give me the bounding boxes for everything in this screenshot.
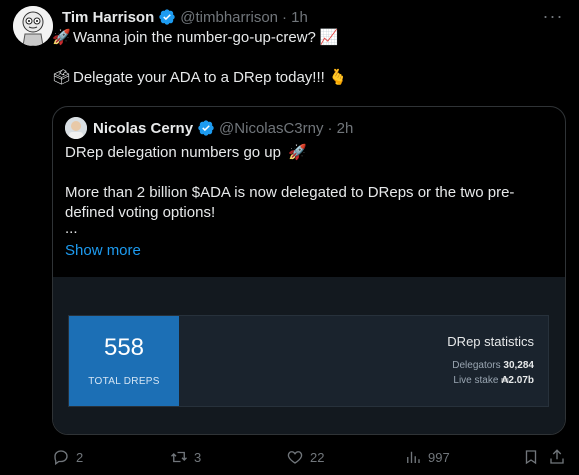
quoted-avatar bbox=[65, 117, 87, 139]
live-stake-value: ₳2.07b bbox=[501, 375, 534, 386]
show-more-link[interactable]: Show more bbox=[65, 242, 141, 259]
reply-button[interactable]: 2 bbox=[52, 448, 83, 466]
total-dreps-value: 558 bbox=[103, 334, 145, 361]
views-button[interactable]: 997 bbox=[404, 448, 450, 466]
live-stake-label: Live stake bbox=[453, 375, 499, 386]
live-stake-row: Live stake ₳2.07b bbox=[453, 375, 534, 386]
quoted-media-image[interactable]: 558 TOTAL DREPS DRep statistics Delegato… bbox=[53, 277, 565, 434]
bookmark-icon bbox=[525, 450, 537, 465]
share-button[interactable] bbox=[548, 448, 572, 466]
tweet-text-1: Wanna join the number-go-up-crew? bbox=[73, 29, 316, 46]
share-icon bbox=[550, 449, 564, 464]
quoted-text-3: defined voting options! bbox=[65, 204, 216, 221]
chart-increasing-icon: 📈 bbox=[319, 29, 339, 46]
tweet-time[interactable]: · 1h bbox=[282, 9, 308, 26]
repost-button[interactable]: 3 bbox=[170, 448, 201, 466]
quoted-text-ellipsis: ... bbox=[65, 220, 78, 237]
quoted-verified-badge-icon bbox=[198, 120, 214, 136]
heart-icon bbox=[287, 451, 303, 464]
like-count: 22 bbox=[310, 449, 325, 465]
quoted-tweet-header: Nicolas Cerny @NicolasC3rny · 2h bbox=[65, 117, 353, 139]
tweet-header: Tim Harrison @timbharrison · 1h bbox=[62, 8, 308, 26]
repost-count: 3 bbox=[194, 449, 202, 465]
delegators-label: Delegators bbox=[452, 360, 501, 371]
verified-badge-icon bbox=[159, 9, 175, 25]
quoted-tweet[interactable]: Nicolas Cerny @NicolasC3rny · 2h DRep de… bbox=[52, 106, 566, 435]
author-name[interactable]: Tim Harrison bbox=[62, 9, 154, 26]
reply-count: 2 bbox=[76, 449, 84, 465]
views-chart-icon bbox=[407, 451, 420, 463]
quoted-author-handle[interactable]: @NicolasC3rny bbox=[219, 120, 323, 137]
avatar-image bbox=[13, 6, 53, 46]
repost-icon bbox=[171, 451, 187, 463]
total-dreps-label: TOTAL DREPS bbox=[88, 376, 160, 387]
delegators-value: 30,284 bbox=[503, 360, 534, 371]
quoted-time[interactable]: · 2h bbox=[327, 120, 353, 137]
quoted-text-1: DRep delegation numbers go up bbox=[65, 144, 281, 161]
tweet-text-line-2: 🗳 Delegate your ADA to a DRep today!!! 🫰 bbox=[52, 68, 350, 88]
drep-statistics-title: DRep statistics bbox=[447, 334, 534, 349]
bookmark-button[interactable] bbox=[522, 448, 546, 466]
like-button[interactable]: 22 bbox=[286, 448, 324, 466]
delegators-row: Delegators 30,284 bbox=[452, 360, 534, 371]
total-dreps-panel: 558 TOTAL DREPS bbox=[69, 316, 179, 406]
views-count: 997 bbox=[428, 449, 450, 465]
pinching-hand-icon: 🫰 bbox=[328, 69, 348, 86]
ballot-box-icon: 🗳 bbox=[52, 69, 72, 86]
avatar[interactable] bbox=[13, 6, 53, 46]
more-options-icon[interactable]: ··· bbox=[541, 6, 565, 26]
rocket-icon: 🚀 bbox=[288, 144, 307, 161]
quoted-text-line-1: DRep delegation numbers go up 🚀 bbox=[65, 143, 307, 163]
tweet-text-2: Delegate your ADA to a DRep today!!! bbox=[73, 69, 325, 86]
quoted-author-name[interactable]: Nicolas Cerny bbox=[93, 120, 193, 137]
tweet-text-line-1: 🚀 Wanna join the number-go-up-crew? 📈 bbox=[52, 28, 341, 48]
tweet-actions: 2 3 22 997 bbox=[52, 448, 566, 468]
quoted-text-2: More than 2 billion $ADA is now delegate… bbox=[65, 184, 515, 201]
reply-icon bbox=[54, 450, 68, 466]
rocket-icon: 🚀 bbox=[52, 29, 71, 46]
drep-stats-card: 558 TOTAL DREPS DRep statistics Delegato… bbox=[68, 315, 549, 407]
author-handle[interactable]: @timbharrison bbox=[180, 9, 278, 26]
